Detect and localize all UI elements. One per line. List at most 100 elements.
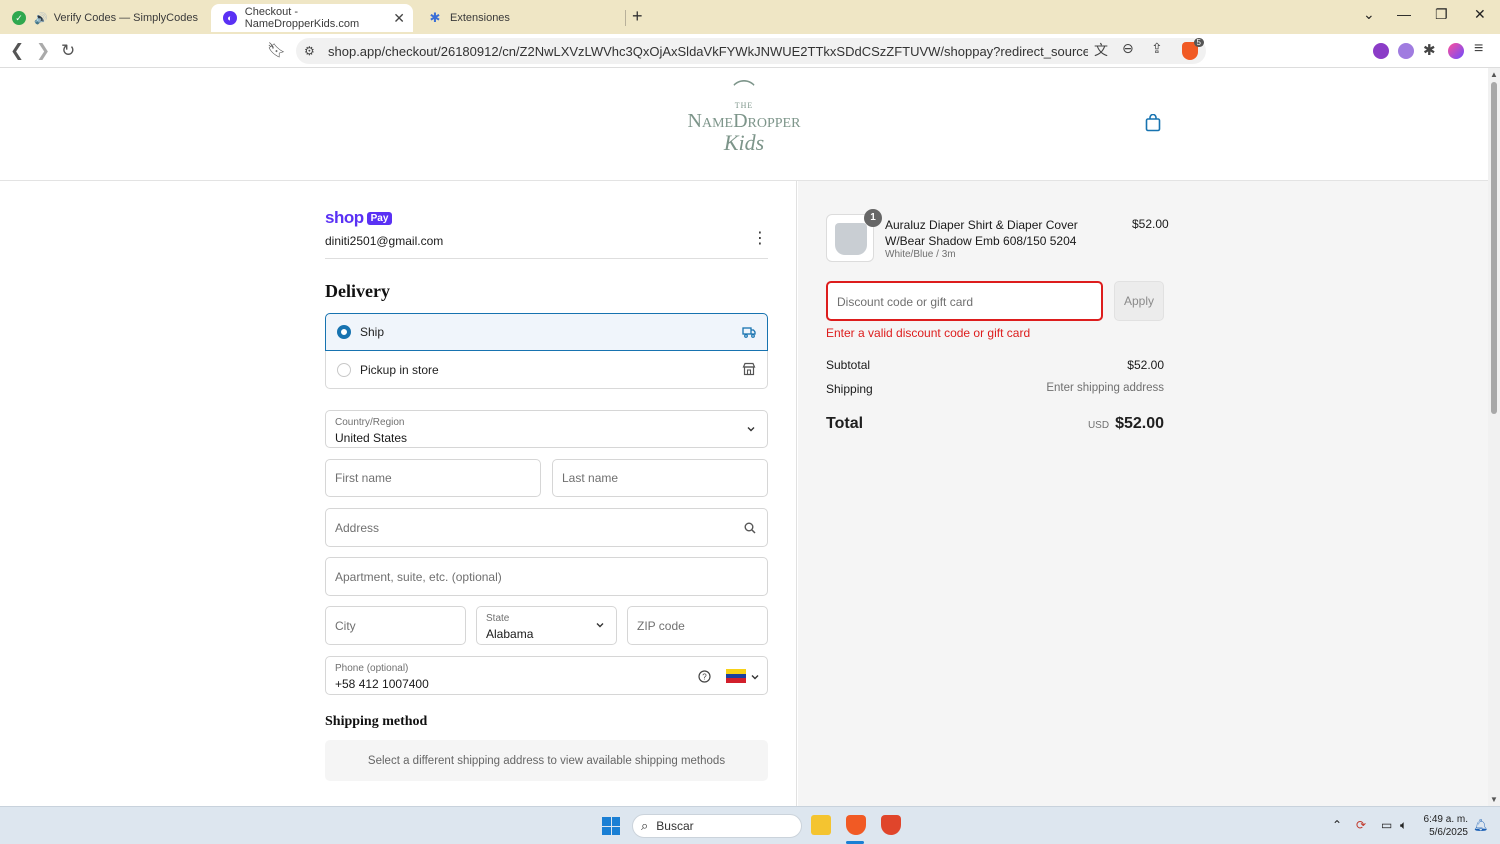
extensions-puzzle-icon[interactable]: ✱	[1423, 41, 1436, 59]
close-window-button[interactable]: ✕	[1474, 6, 1486, 23]
taskbar-search[interactable]: ⌕ Buscar	[632, 814, 802, 838]
delivery-heading: Delivery	[325, 281, 390, 301]
tab-search-chevron-icon[interactable]: ⌄	[1363, 6, 1375, 23]
audio-icon[interactable]: 🔊	[34, 12, 48, 25]
tab-title: Extensiones	[450, 12, 510, 24]
shopping-bag-icon[interactable]	[1145, 114, 1161, 132]
product-price: $52.00	[1132, 217, 1169, 231]
quantity-badge: 1	[864, 209, 882, 227]
zoom-icon[interactable]: ⊖	[1122, 40, 1134, 57]
product-variant: White/Blue / 3m	[885, 249, 956, 260]
address-field[interactable]: Address	[325, 508, 768, 547]
svg-text:?: ?	[702, 673, 707, 682]
network-icon[interactable]: ▭	[1381, 818, 1392, 832]
country-select[interactable]: Country/Region United States	[325, 410, 768, 448]
close-tab-icon[interactable]: ✕	[393, 10, 405, 27]
country-flag-icon[interactable]	[726, 669, 746, 683]
shipping-row: Shipping Enter shipping address	[826, 382, 1164, 396]
country-value: United States	[335, 431, 408, 445]
menu-icon[interactable]: ≡	[1474, 40, 1483, 58]
apartment-field[interactable]: Apartment, suite, etc. (optional)	[325, 557, 768, 596]
search-icon: ⌕	[641, 818, 649, 833]
extension-icon[interactable]	[1373, 43, 1389, 59]
back-button[interactable]: ❮	[10, 41, 24, 61]
scrollbar-thumb[interactable]	[1491, 82, 1497, 414]
first-name-field[interactable]: First name	[325, 459, 541, 497]
windows-taskbar: ⌕ Buscar ⌃ ⟳ ▭ 🔈︎ 6:49 a. m. 5/6/2025 🔔︎	[0, 806, 1500, 844]
tab-divider	[625, 10, 626, 26]
tab-extensions[interactable]: ✱ Extensiones	[416, 4, 626, 32]
phone-field[interactable]: Phone (optional) +58 412 1007400 ?	[325, 656, 768, 695]
page-scrollbar[interactable]: ▲ ▼	[1488, 68, 1500, 806]
search-icon	[744, 522, 756, 534]
brave-shields-icon[interactable]: 5	[1182, 38, 1204, 60]
url-text[interactable]: shop.app/checkout/26180912/cn/Z2NwLXVzLW…	[328, 44, 1088, 59]
phone-label: Phone (optional)	[335, 663, 409, 674]
more-options-icon[interactable]: ⋮	[752, 231, 768, 247]
tab-verify-codes[interactable]: ✓ 🔊 Verify Codes — SimplyCodes	[0, 4, 208, 32]
minimize-button[interactable]: —	[1397, 6, 1411, 22]
brave-browser-icon[interactable]	[881, 815, 901, 835]
total-value: $52.00	[1115, 415, 1164, 432]
discount-placeholder: Discount code or gift card	[837, 295, 974, 309]
maximize-button[interactable]: ❐	[1435, 6, 1448, 23]
clock-date: 5/6/2025	[1429, 827, 1468, 838]
show-hidden-icons-icon[interactable]: ⌃	[1332, 818, 1342, 832]
shop-pay-logo: shop Pay	[325, 208, 393, 228]
pickup-label: Pickup in store	[360, 362, 439, 377]
windows-start-icon[interactable]	[602, 817, 620, 835]
shop-pay-badge: Pay	[366, 211, 393, 225]
forward-button[interactable]: ❯	[36, 41, 50, 61]
site-header: ⌒ THE NameDropper Kids	[0, 68, 1488, 181]
zip-field[interactable]: ZIP code	[627, 606, 768, 645]
total-label: Total	[826, 415, 864, 432]
checkout-form-column: shop Pay diniti2501@gmail.com ⋮ Delivery…	[0, 181, 797, 806]
state-select[interactable]: State Alabama	[476, 606, 617, 645]
notifications-icon[interactable]: 🔔︎	[1473, 818, 1488, 832]
ship-label: Ship	[360, 325, 385, 339]
total-row: Total USD $52.00	[826, 415, 1164, 433]
city-field[interactable]: City	[325, 606, 466, 645]
ship-radio[interactable]	[337, 325, 351, 339]
brave-browser-icon[interactable]	[846, 815, 866, 835]
scroll-down-icon[interactable]: ▼	[1490, 795, 1498, 804]
bookmark-icon[interactable]: 🔖︎	[267, 41, 286, 59]
divider	[325, 258, 768, 259]
site-info-icon[interactable]: ⚙	[304, 44, 322, 58]
reload-button[interactable]: ↻	[61, 41, 75, 61]
chevron-down-icon[interactable]	[751, 673, 759, 681]
product-image	[835, 223, 867, 255]
shipping-value: Enter shipping address	[1046, 382, 1164, 394]
system-clock[interactable]: 6:49 a. m. 5/6/2025	[1420, 813, 1468, 839]
shop-favicon-icon: ◐	[223, 11, 237, 25]
file-explorer-icon[interactable]	[811, 815, 831, 835]
tab-title: Verify Codes — SimplyCodes	[53, 12, 198, 24]
pickup-radio[interactable]	[337, 362, 351, 377]
namedropper-kids-logo[interactable]: ⌒ THE NameDropper Kids	[676, 79, 812, 166]
tab-checkout[interactable]: ◐ Checkout - NameDropperKids.com ✕	[211, 4, 413, 32]
address-bar[interactable]: ⚙ shop.app/checkout/26180912/cn/Z2NwLXVz…	[296, 38, 1206, 64]
hanger-icon: ⌒	[732, 79, 755, 104]
translate-icon[interactable]: 文	[1094, 40, 1108, 60]
logo-text: NameDropper	[687, 110, 801, 132]
product-name: Auraluz Diaper Shirt & Diaper Cover W/Be…	[885, 218, 1078, 248]
help-icon[interactable]: ?	[698, 670, 711, 683]
sync-icon[interactable]: ⟳	[1356, 818, 1366, 832]
subtotal-label: Subtotal	[826, 358, 871, 372]
browser-tab-bar: ✓ 🔊 Verify Codes — SimplyCodes ◐ Checkou…	[0, 0, 1500, 34]
apply-discount-button[interactable]: Apply	[1114, 281, 1164, 321]
scroll-up-icon[interactable]: ▲	[1490, 70, 1498, 79]
discount-code-input[interactable]: Discount code or gift card	[826, 281, 1103, 321]
volume-icon[interactable]: 🔈︎	[1400, 818, 1407, 833]
extension-icon[interactable]	[1398, 43, 1414, 59]
leo-ai-icon[interactable]	[1448, 43, 1464, 59]
truck-icon	[742, 327, 756, 338]
state-value: Alabama	[486, 627, 534, 641]
logo-text: THE	[734, 101, 754, 110]
first-name-placeholder: First name	[335, 471, 392, 485]
last-name-field[interactable]: Last name	[552, 459, 768, 497]
share-icon[interactable]: ⇪	[1151, 40, 1163, 57]
new-tab-button[interactable]: +	[632, 6, 643, 27]
delivery-option-pickup[interactable]: Pickup in store	[325, 351, 768, 389]
delivery-option-ship[interactable]: Ship	[325, 313, 768, 351]
